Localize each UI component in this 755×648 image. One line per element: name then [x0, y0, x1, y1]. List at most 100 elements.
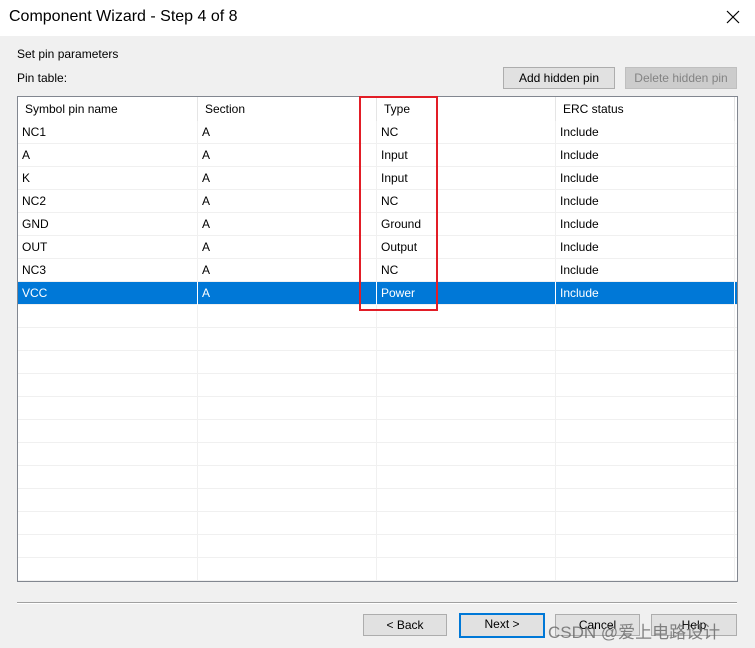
- cell-erc-status[interactable]: Include: [556, 121, 735, 144]
- empty-cell: [198, 512, 377, 535]
- empty-cell: [18, 351, 198, 374]
- cell-symbol-pin-name[interactable]: NC1: [18, 121, 198, 144]
- close-icon[interactable]: [725, 9, 741, 25]
- delete-hidden-pin-button[interactable]: Delete hidden pin: [625, 67, 737, 89]
- cell-symbol-pin-name[interactable]: OUT: [18, 236, 198, 259]
- cell-erc-status[interactable]: Include: [556, 236, 735, 259]
- watermark: CSDN @爱上电路设计: [548, 623, 721, 642]
- cell-section[interactable]: A: [198, 167, 377, 190]
- cell-erc-status[interactable]: Include: [556, 213, 735, 236]
- section-heading: Set pin parameters: [17, 47, 119, 61]
- empty-cell: [556, 535, 735, 558]
- cell-section[interactable]: A: [198, 190, 377, 213]
- table-header: Symbol pin name Section Type ERC status: [18, 97, 737, 121]
- empty-cell: [556, 328, 735, 351]
- empty-table-row: [18, 305, 737, 328]
- cell-type[interactable]: Power: [377, 282, 556, 305]
- cell-section[interactable]: A: [198, 144, 377, 167]
- cell-type[interactable]: Input: [377, 167, 556, 190]
- table-row[interactable]: NC1 A NC Include: [18, 121, 737, 144]
- empty-cell: [18, 466, 198, 489]
- empty-cell: [198, 420, 377, 443]
- empty-cell: [377, 443, 556, 466]
- table-row[interactable]: NC3 A NC Include: [18, 259, 737, 282]
- empty-cell: [198, 351, 377, 374]
- column-header-symbol-pin-name[interactable]: Symbol pin name: [18, 97, 198, 121]
- empty-cell: [18, 443, 198, 466]
- cell-section[interactable]: A: [198, 121, 377, 144]
- pin-table[interactable]: Symbol pin name Section Type ERC status …: [17, 96, 738, 582]
- cell-erc-status[interactable]: Include: [556, 282, 735, 305]
- cell-symbol-pin-name[interactable]: VCC: [18, 282, 198, 305]
- next-button[interactable]: Next >: [459, 613, 545, 638]
- empty-cell: [377, 420, 556, 443]
- cell-type[interactable]: NC: [377, 259, 556, 282]
- cell-type[interactable]: NC: [377, 121, 556, 144]
- empty-table-row: [18, 535, 737, 558]
- cell-symbol-pin-name[interactable]: K: [18, 167, 198, 190]
- empty-cell: [198, 374, 377, 397]
- empty-cell: [377, 328, 556, 351]
- back-button[interactable]: < Back: [363, 614, 447, 636]
- empty-table-row: [18, 512, 737, 535]
- cell-section[interactable]: A: [198, 282, 377, 305]
- empty-cell: [377, 489, 556, 512]
- empty-table-row: [18, 558, 737, 581]
- cell-erc-status[interactable]: Include: [556, 167, 735, 190]
- empty-cell: [556, 489, 735, 512]
- cell-type[interactable]: Input: [377, 144, 556, 167]
- empty-cell: [556, 558, 735, 581]
- cell-symbol-pin-name[interactable]: GND: [18, 213, 198, 236]
- empty-cell: [377, 374, 556, 397]
- column-header-type[interactable]: Type: [377, 97, 556, 121]
- empty-cell: [377, 535, 556, 558]
- cell-symbol-pin-name[interactable]: A: [18, 144, 198, 167]
- empty-cell: [556, 397, 735, 420]
- empty-cell: [198, 489, 377, 512]
- table-row[interactable]: OUT A Output Include: [18, 236, 737, 259]
- table-row[interactable]: A A Input Include: [18, 144, 737, 167]
- empty-cell: [556, 420, 735, 443]
- empty-cell: [18, 512, 198, 535]
- table-row[interactable]: GND A Ground Include: [18, 213, 737, 236]
- cell-erc-status[interactable]: Include: [556, 259, 735, 282]
- empty-cell: [198, 535, 377, 558]
- empty-cell: [18, 305, 198, 328]
- cell-type[interactable]: Ground: [377, 213, 556, 236]
- title-bar: Component Wizard - Step 4 of 8: [0, 0, 755, 36]
- empty-cell: [377, 305, 556, 328]
- empty-cell: [556, 374, 735, 397]
- empty-cell: [556, 466, 735, 489]
- empty-table-row: [18, 351, 737, 374]
- empty-cell: [198, 443, 377, 466]
- table-row[interactable]: VCC A Power Include: [18, 282, 737, 305]
- cell-erc-status[interactable]: Include: [556, 190, 735, 213]
- empty-cell: [198, 558, 377, 581]
- column-header-section[interactable]: Section: [198, 97, 377, 121]
- empty-cell: [18, 420, 198, 443]
- empty-cell: [18, 558, 198, 581]
- table-body: NC1 A NC Include A A Input Include K A Input Includ…: [18, 121, 737, 581]
- empty-cell: [198, 305, 377, 328]
- empty-cell: [198, 328, 377, 351]
- cell-erc-status[interactable]: Include: [556, 144, 735, 167]
- empty-cell: [377, 558, 556, 581]
- empty-cell: [18, 535, 198, 558]
- cell-section[interactable]: A: [198, 236, 377, 259]
- empty-cell: [377, 351, 556, 374]
- add-hidden-pin-button[interactable]: Add hidden pin: [503, 67, 615, 89]
- cell-type[interactable]: Output: [377, 236, 556, 259]
- empty-table-row: [18, 420, 737, 443]
- divider: [17, 602, 737, 604]
- column-header-erc-status[interactable]: ERC status: [556, 97, 735, 121]
- cell-section[interactable]: A: [198, 259, 377, 282]
- empty-table-row: [18, 397, 737, 420]
- empty-cell: [377, 512, 556, 535]
- cell-symbol-pin-name[interactable]: NC3: [18, 259, 198, 282]
- cell-type[interactable]: NC: [377, 190, 556, 213]
- table-row[interactable]: NC2 A NC Include: [18, 190, 737, 213]
- empty-table-row: [18, 374, 737, 397]
- cell-section[interactable]: A: [198, 213, 377, 236]
- cell-symbol-pin-name[interactable]: NC2: [18, 190, 198, 213]
- table-row[interactable]: K A Input Include: [18, 167, 737, 190]
